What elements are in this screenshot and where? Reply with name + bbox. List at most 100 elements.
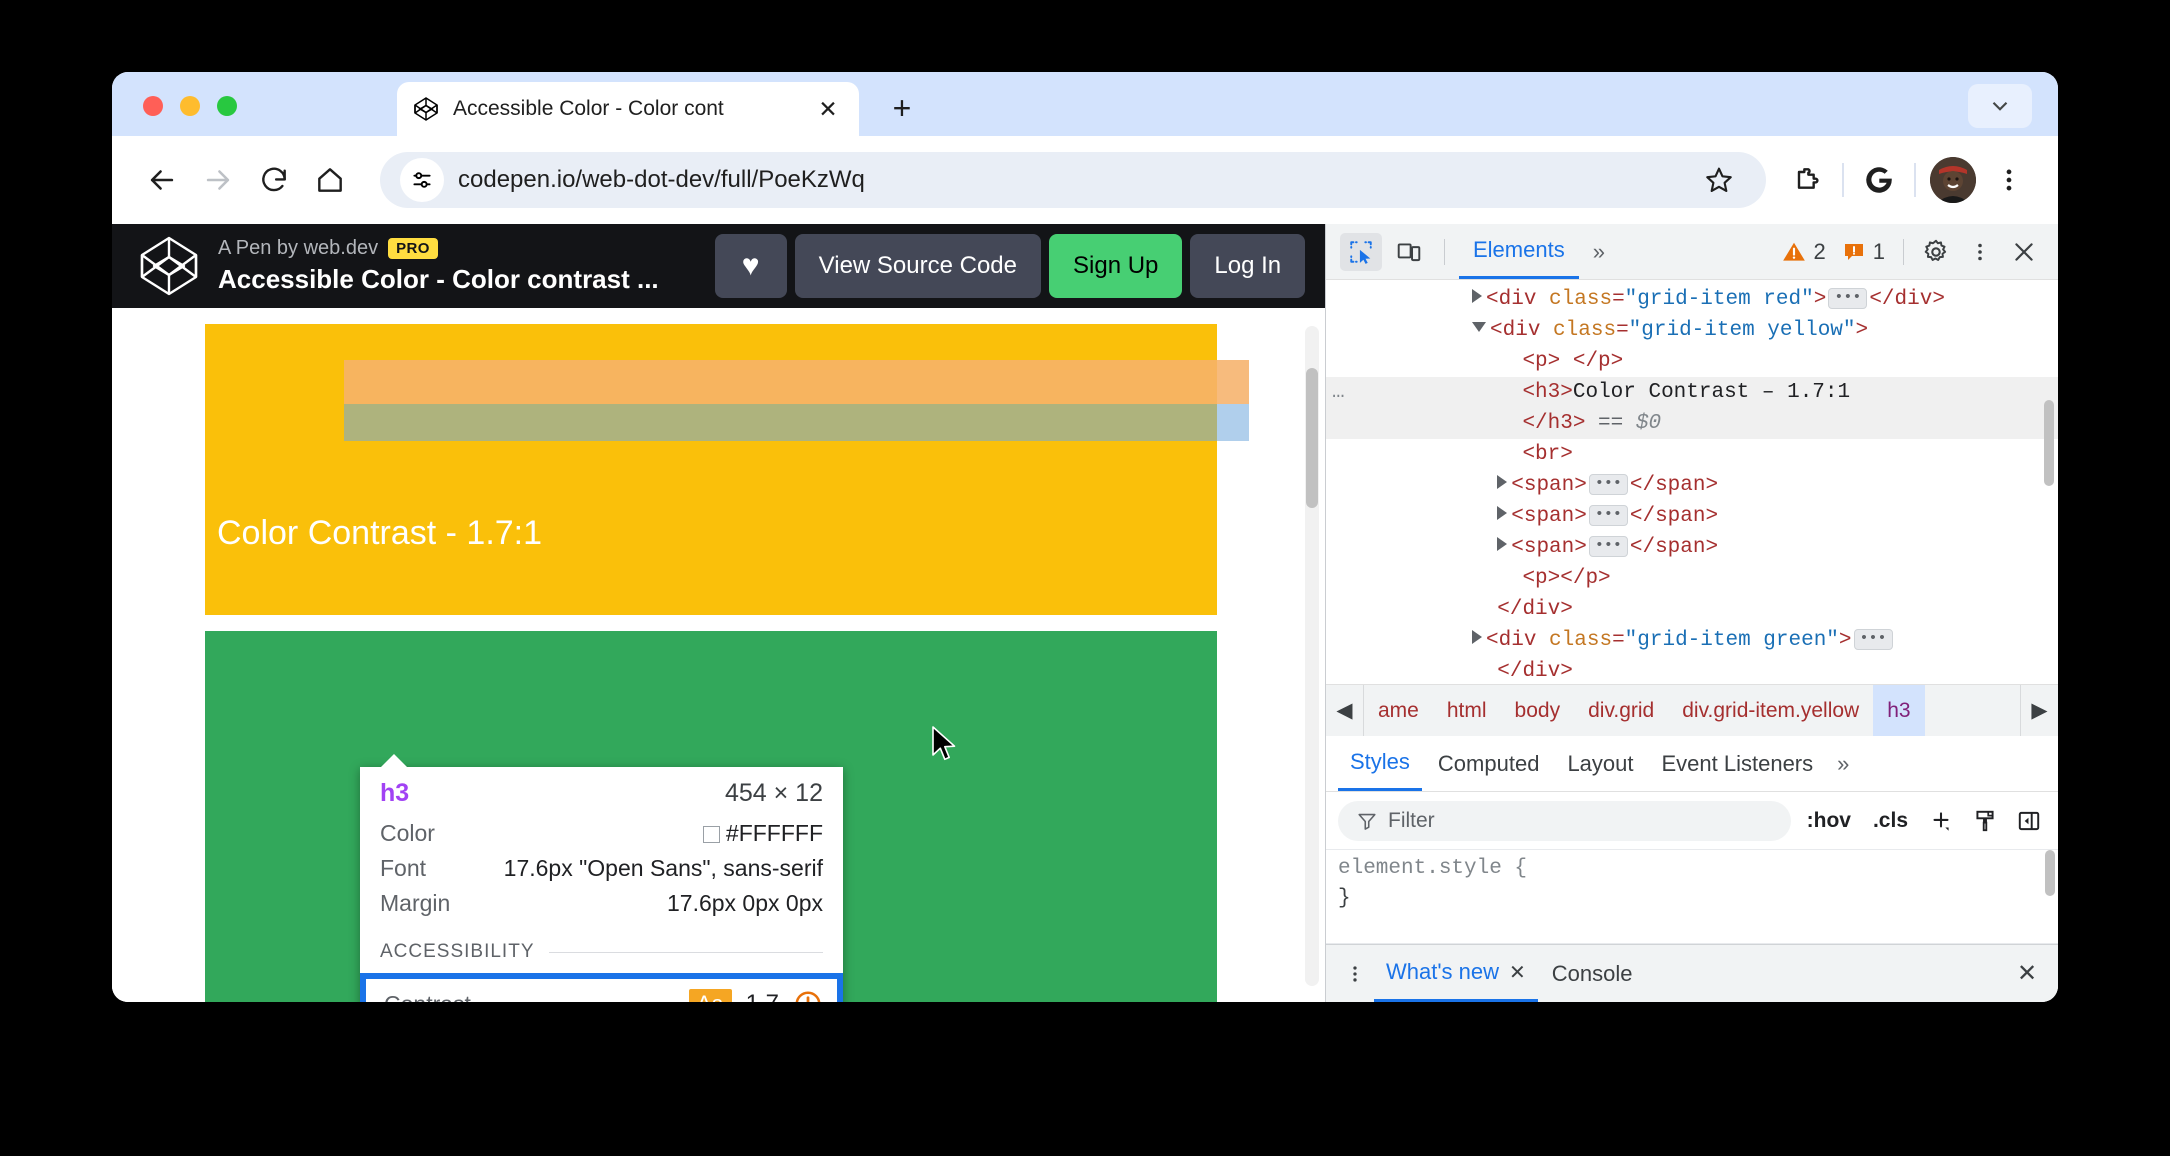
tab-computed[interactable]: Computed (1426, 736, 1552, 791)
sign-up-button[interactable]: Sign Up (1049, 234, 1183, 298)
dom-tree-line[interactable]: <div class="grid-item yellow"> (1326, 315, 2058, 346)
expand-children-chip[interactable]: ••• (1588, 474, 1628, 495)
home-button[interactable] (302, 152, 358, 208)
warning-triangle-icon (1782, 242, 1805, 261)
dom-tree-line[interactable]: <p></p> (1326, 563, 2058, 594)
plus-icon[interactable] (1924, 804, 1958, 838)
dom-indent (1346, 319, 1472, 342)
dom-tree-line[interactable]: … <h3>Color Contrast – 1.7:1 (1326, 377, 2058, 408)
toggle-sidebar-icon[interactable] (2012, 804, 2046, 838)
back-button[interactable] (134, 152, 190, 208)
dom-indent (1346, 536, 1497, 559)
device-toolbar-icon[interactable] (1388, 233, 1430, 271)
close-whats-new-icon[interactable]: ✕ (1509, 960, 1526, 985)
dom-line-gutter-dots: … (1332, 381, 1346, 404)
gear-icon[interactable] (1916, 232, 1956, 272)
reload-button[interactable] (246, 152, 302, 208)
cls-toggle[interactable]: .cls (1867, 809, 1914, 833)
breadcrumb-item-div-grid[interactable]: div.grid (1574, 685, 1668, 736)
more-styles-tabs-chevron-icon[interactable]: » (1829, 751, 1857, 777)
dom-tree-line[interactable]: <span> ••• </span> (1326, 501, 2058, 532)
inspect-element-icon[interactable] (1340, 232, 1382, 271)
window-traffic-lights (143, 96, 237, 116)
new-tab-button[interactable]: + (882, 88, 922, 128)
view-source-code-button[interactable]: View Source Code (794, 234, 1041, 298)
forward-button[interactable] (190, 152, 246, 208)
kebab-menu-icon[interactable] (1960, 232, 2000, 272)
tab-elements[interactable]: Elements (1459, 224, 1579, 279)
minimize-window-button[interactable] (180, 96, 200, 116)
styles-scrollbar-thumb[interactable] (2045, 850, 2055, 896)
expand-triangle-icon[interactable] (1497, 506, 1508, 520)
bookmark-star-icon[interactable] (1692, 153, 1746, 207)
breadcrumb-item-h3[interactable]: h3 (1873, 685, 1925, 736)
close-window-button[interactable] (143, 96, 163, 116)
breadcrumb-item-body[interactable]: body (1501, 685, 1575, 736)
dom-tree-line[interactable]: <div class="grid-item green"> ••• (1326, 625, 2058, 656)
expand-triangle-icon[interactable] (1472, 289, 1483, 303)
breadcrumb-scroll-left-icon[interactable]: ◀ (1326, 685, 1364, 736)
browser-menu-button[interactable] (1982, 153, 2036, 207)
dom-tree-line[interactable]: <br> (1326, 439, 2058, 470)
dom-tree-line[interactable]: </h3> == $0 (1326, 408, 2058, 439)
expand-triangle-icon[interactable] (1497, 537, 1508, 551)
dom-indent (1346, 288, 1472, 311)
dom-tree-line[interactable]: <div class="grid-item red"> ••• </div> (1326, 284, 2058, 315)
log-in-button[interactable]: Log In (1190, 234, 1306, 298)
extensions-button[interactable] (1780, 153, 1834, 207)
dom-token-attr-val: "grid-item green" (1624, 629, 1839, 652)
breadcrumb-item-div-grid-item-yellow[interactable]: div.grid-item.yellow (1668, 685, 1873, 736)
close-devtools-icon[interactable] (2004, 232, 2044, 272)
dom-tree-line[interactable]: </div> (1326, 656, 2058, 684)
omnibox[interactable]: codepen.io/web-dot-dev/full/PoeKzWq (380, 152, 1766, 208)
filter-input[interactable]: Filter (1338, 800, 1791, 841)
breadcrumb-item-ame[interactable]: ame (1364, 685, 1433, 736)
drawer-tab-console[interactable]: Console (1540, 945, 1645, 1002)
codepen-logo-icon[interactable] (138, 235, 200, 297)
warning-count[interactable]: 2 (1775, 239, 1832, 265)
close-drawer-icon[interactable]: ✕ (2008, 955, 2046, 993)
expand-children-chip[interactable]: ••• (1828, 288, 1868, 309)
avatar[interactable] (1930, 157, 1976, 203)
expand-children-chip[interactable]: ••• (1588, 505, 1628, 526)
more-options-icon (1978, 243, 1982, 260)
page-scrollbar[interactable] (1305, 326, 1319, 986)
tab-layout[interactable]: Layout (1555, 736, 1645, 791)
close-tab-button[interactable]: ✕ (813, 94, 843, 124)
expand-children-chip[interactable]: ••• (1853, 629, 1893, 650)
dom-tree-scrollbar-thumb[interactable] (2044, 400, 2054, 486)
drawer-tab-whats-new[interactable]: What's new ✕ (1374, 945, 1538, 1002)
dom-tree-line[interactable]: <span> ••• </span> (1326, 470, 2058, 501)
page-pane: A Pen by web.dev PRO Accessible Color - … (112, 224, 1325, 1002)
browser-tab[interactable]: Accessible Color - Color cont ✕ (397, 82, 859, 136)
love-pen-button[interactable]: ♥ (714, 234, 787, 298)
tab-styles[interactable]: Styles (1338, 736, 1422, 791)
error-count[interactable]: 1 (1836, 239, 1891, 265)
styles-rules-body[interactable]: element.style { } (1326, 850, 2058, 944)
tab-event-listeners[interactable]: Event Listeners (1650, 736, 1826, 791)
page-scrollbar-thumb[interactable] (1306, 368, 1318, 508)
tab-search-chevron-down-icon[interactable] (1968, 84, 2032, 128)
omnibox-url-text[interactable]: codepen.io/web-dot-dev/full/PoeKzWq (458, 166, 1688, 194)
collapse-triangle-icon[interactable] (1472, 322, 1487, 332)
site-info-button[interactable] (400, 158, 444, 202)
expand-triangle-icon[interactable] (1472, 630, 1483, 644)
drawer-kebab-menu-icon[interactable] (1338, 957, 1372, 991)
expand-children-chip[interactable]: ••• (1588, 536, 1628, 557)
maximize-window-button[interactable] (217, 96, 237, 116)
tooltip-row-margin: Margin 17.6px 0px 0px (380, 886, 823, 921)
expand-triangle-icon[interactable] (1497, 475, 1508, 489)
breadcrumb-scroll-right-icon[interactable]: ▶ (2020, 685, 2058, 736)
hov-toggle[interactable]: :hov (1801, 809, 1857, 833)
breadcrumb-item-html[interactable]: html (1433, 685, 1501, 736)
breadcrumb-items: ame html body div.grid div.grid-item.yellow h… (1364, 685, 1925, 736)
google-account-button[interactable] (1852, 153, 1906, 207)
dom-tree[interactable]: <div class="grid-item red"> ••• </div> <di… (1326, 280, 2058, 684)
element-style-selector[interactable]: element.style { (1338, 854, 2058, 884)
dom-tree-line[interactable]: <span> ••• </span> (1326, 532, 2058, 563)
dom-token-tag: <div (1490, 319, 1554, 342)
dom-tree-line[interactable]: </div> (1326, 594, 2058, 625)
dom-tree-line[interactable]: <p> </p> (1326, 346, 2058, 377)
paint-brush-icon[interactable] (1968, 804, 2002, 838)
more-panels-chevron-icon[interactable]: » (1583, 239, 1615, 265)
